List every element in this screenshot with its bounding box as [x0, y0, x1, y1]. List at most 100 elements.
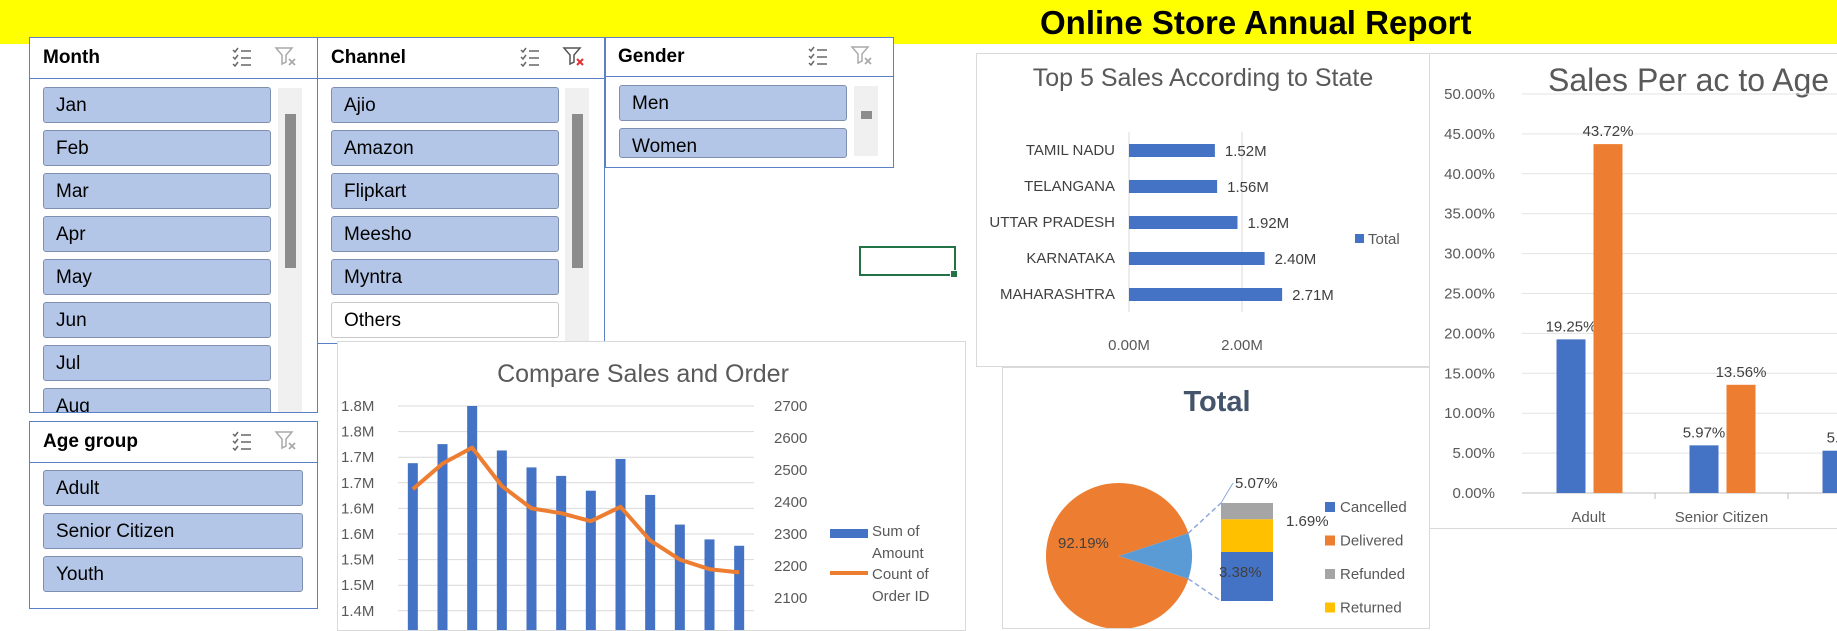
slicer-item-age-group[interactable]: Senior Citizen — [43, 513, 303, 549]
slicer-item-month[interactable]: Aug — [43, 388, 271, 413]
slicer-gender: Gender Men Women — [605, 37, 894, 168]
tick-label: 2200 — [774, 558, 807, 575]
slicer-gender-title: Gender — [618, 46, 685, 68]
category-label: TAMIL NADU — [1026, 142, 1115, 159]
chart-age-category-plot: 0.00%5.00%10.00%15.00%20.00%25.00%30.00%… — [1430, 54, 1837, 529]
chart-compare-sales-order[interactable]: Compare Sales and Order 1.8M1.8M1.7M1.7M… — [337, 341, 966, 631]
bar — [616, 459, 626, 631]
bar — [1823, 451, 1837, 493]
bar — [645, 495, 655, 631]
clear-filter-icon[interactable] — [274, 45, 298, 69]
slicer-item-channel[interactable]: Myntra — [331, 259, 559, 295]
data-label: 2.71M — [1292, 287, 1334, 304]
chart-order-status-plot: 92.19%5.07%1.69%3.38%CancelledDeliveredR… — [1003, 368, 1430, 629]
tick-label: 20.00% — [1444, 325, 1495, 342]
slicer-channel: Channel Ajio Amazon Flipkart Meesho Mynt… — [317, 37, 605, 344]
bar — [467, 406, 477, 631]
slicer-item-channel[interactable]: Ajio — [331, 87, 559, 123]
slicer-item-channel[interactable]: Flipkart — [331, 173, 559, 209]
tick-label: 1.5M — [341, 552, 374, 569]
scrollbar-thumb[interactable] — [572, 114, 583, 268]
data-label: 3.38% — [1219, 564, 1262, 581]
multi-select-icon[interactable] — [518, 45, 542, 69]
scrollbar-thumb[interactable] — [861, 111, 872, 119]
category-label: Adult — [1571, 509, 1606, 526]
clear-filter-icon[interactable] — [274, 429, 298, 453]
tick-label: 2500 — [774, 462, 807, 479]
tick-label: 35.00% — [1444, 206, 1495, 223]
slicer-item-gender[interactable]: Men — [619, 85, 847, 121]
legend-label: Total — [1368, 231, 1400, 248]
category-label: MAHARASHTRA — [1000, 286, 1115, 303]
multi-select-icon[interactable] — [230, 45, 254, 69]
slicer-item-channel[interactable]: Meesho — [331, 216, 559, 252]
tick-label: 0.00% — [1452, 485, 1495, 502]
tick-label: 2.00M — [1221, 337, 1263, 354]
bar — [1129, 288, 1282, 301]
legend-swatch — [1325, 603, 1335, 613]
slicer-item-month[interactable]: Apr — [43, 216, 271, 252]
bar — [1129, 180, 1217, 193]
bar — [1690, 445, 1719, 493]
slicer-item-age-group[interactable]: Youth — [43, 556, 303, 592]
slicer-item-month[interactable]: Feb — [43, 130, 271, 166]
bar — [586, 491, 596, 631]
data-label: 5.3 — [1827, 430, 1837, 447]
slicer-channel-title: Channel — [331, 47, 406, 69]
legend-swatch — [1325, 536, 1335, 546]
legend-swatch — [1325, 569, 1335, 579]
data-label: 1.69% — [1286, 513, 1329, 530]
tick-label: 0.00M — [1108, 337, 1150, 354]
bar — [1557, 339, 1586, 493]
tick-label: 50.00% — [1444, 86, 1495, 103]
category-label: UTTAR PRADESH — [989, 214, 1115, 231]
slicer-item-month[interactable]: May — [43, 259, 271, 295]
legend-swatch — [1355, 234, 1364, 243]
slicer-item-month[interactable]: Jan — [43, 87, 271, 123]
category-label: Senior Citizen — [1675, 509, 1768, 526]
slicer-gender-scrollbar[interactable] — [854, 86, 878, 156]
slicer-item-month[interactable]: Jun — [43, 302, 271, 338]
series-line — [413, 448, 739, 573]
stack-segment — [1221, 519, 1273, 552]
data-label: 1.56M — [1227, 179, 1269, 196]
chart-order-status[interactable]: Total 92.19%5.07%1.69%3.38%CancelledDeli… — [1002, 367, 1430, 629]
bar — [734, 546, 744, 631]
tick-label: 1.8M — [341, 398, 374, 415]
tick-label: 5.00% — [1452, 445, 1495, 462]
chart-top5-states[interactable]: Top 5 Sales According to State TAMIL NAD… — [976, 53, 1430, 367]
bar — [1129, 144, 1215, 157]
multi-select-icon[interactable] — [230, 429, 254, 453]
tick-label: 2300 — [774, 526, 807, 543]
clear-filter-active-icon[interactable] — [562, 45, 586, 69]
chart-age-category[interactable]: Sales Per ac to Age C 0.00%5.00%10.00%15… — [1429, 53, 1837, 529]
slicer-channel-scrollbar[interactable] — [565, 88, 589, 344]
legend-label: Refunded — [1340, 566, 1405, 583]
multi-select-icon[interactable] — [806, 44, 830, 68]
tick-label: 2400 — [774, 494, 807, 511]
slicer-item-month[interactable]: Mar — [43, 173, 271, 209]
legend-label: Returned — [1340, 600, 1402, 617]
slicer-item-channel[interactable]: Amazon — [331, 130, 559, 166]
tick-label: 1.6M — [341, 500, 374, 517]
connector-line — [1188, 579, 1221, 601]
bar — [1129, 252, 1265, 265]
slicer-item-month[interactable]: Jul — [43, 345, 271, 381]
data-label: 5.07% — [1235, 475, 1278, 492]
slicer-item-gender[interactable]: Women — [619, 128, 847, 158]
scrollbar-thumb[interactable] — [285, 114, 296, 268]
tick-label: 2700 — [774, 398, 807, 415]
data-label: 1.92M — [1247, 215, 1289, 232]
slicer-month-scrollbar[interactable] — [278, 88, 302, 413]
clear-filter-icon[interactable] — [850, 44, 874, 68]
legend-label: Count of — [872, 566, 930, 583]
tick-label: 1.8M — [341, 424, 374, 441]
slicer-item-age-group[interactable]: Adult — [43, 470, 303, 506]
selected-cell[interactable] — [859, 246, 956, 276]
category-label: KARNATAKA — [1026, 250, 1115, 267]
bar — [705, 539, 715, 631]
fill-handle[interactable] — [950, 270, 958, 278]
bar — [1129, 216, 1237, 229]
slicer-age-group: Age group Adult Senior Citizen Youth — [29, 421, 318, 609]
slicer-item-channel[interactable]: Others — [331, 302, 559, 338]
